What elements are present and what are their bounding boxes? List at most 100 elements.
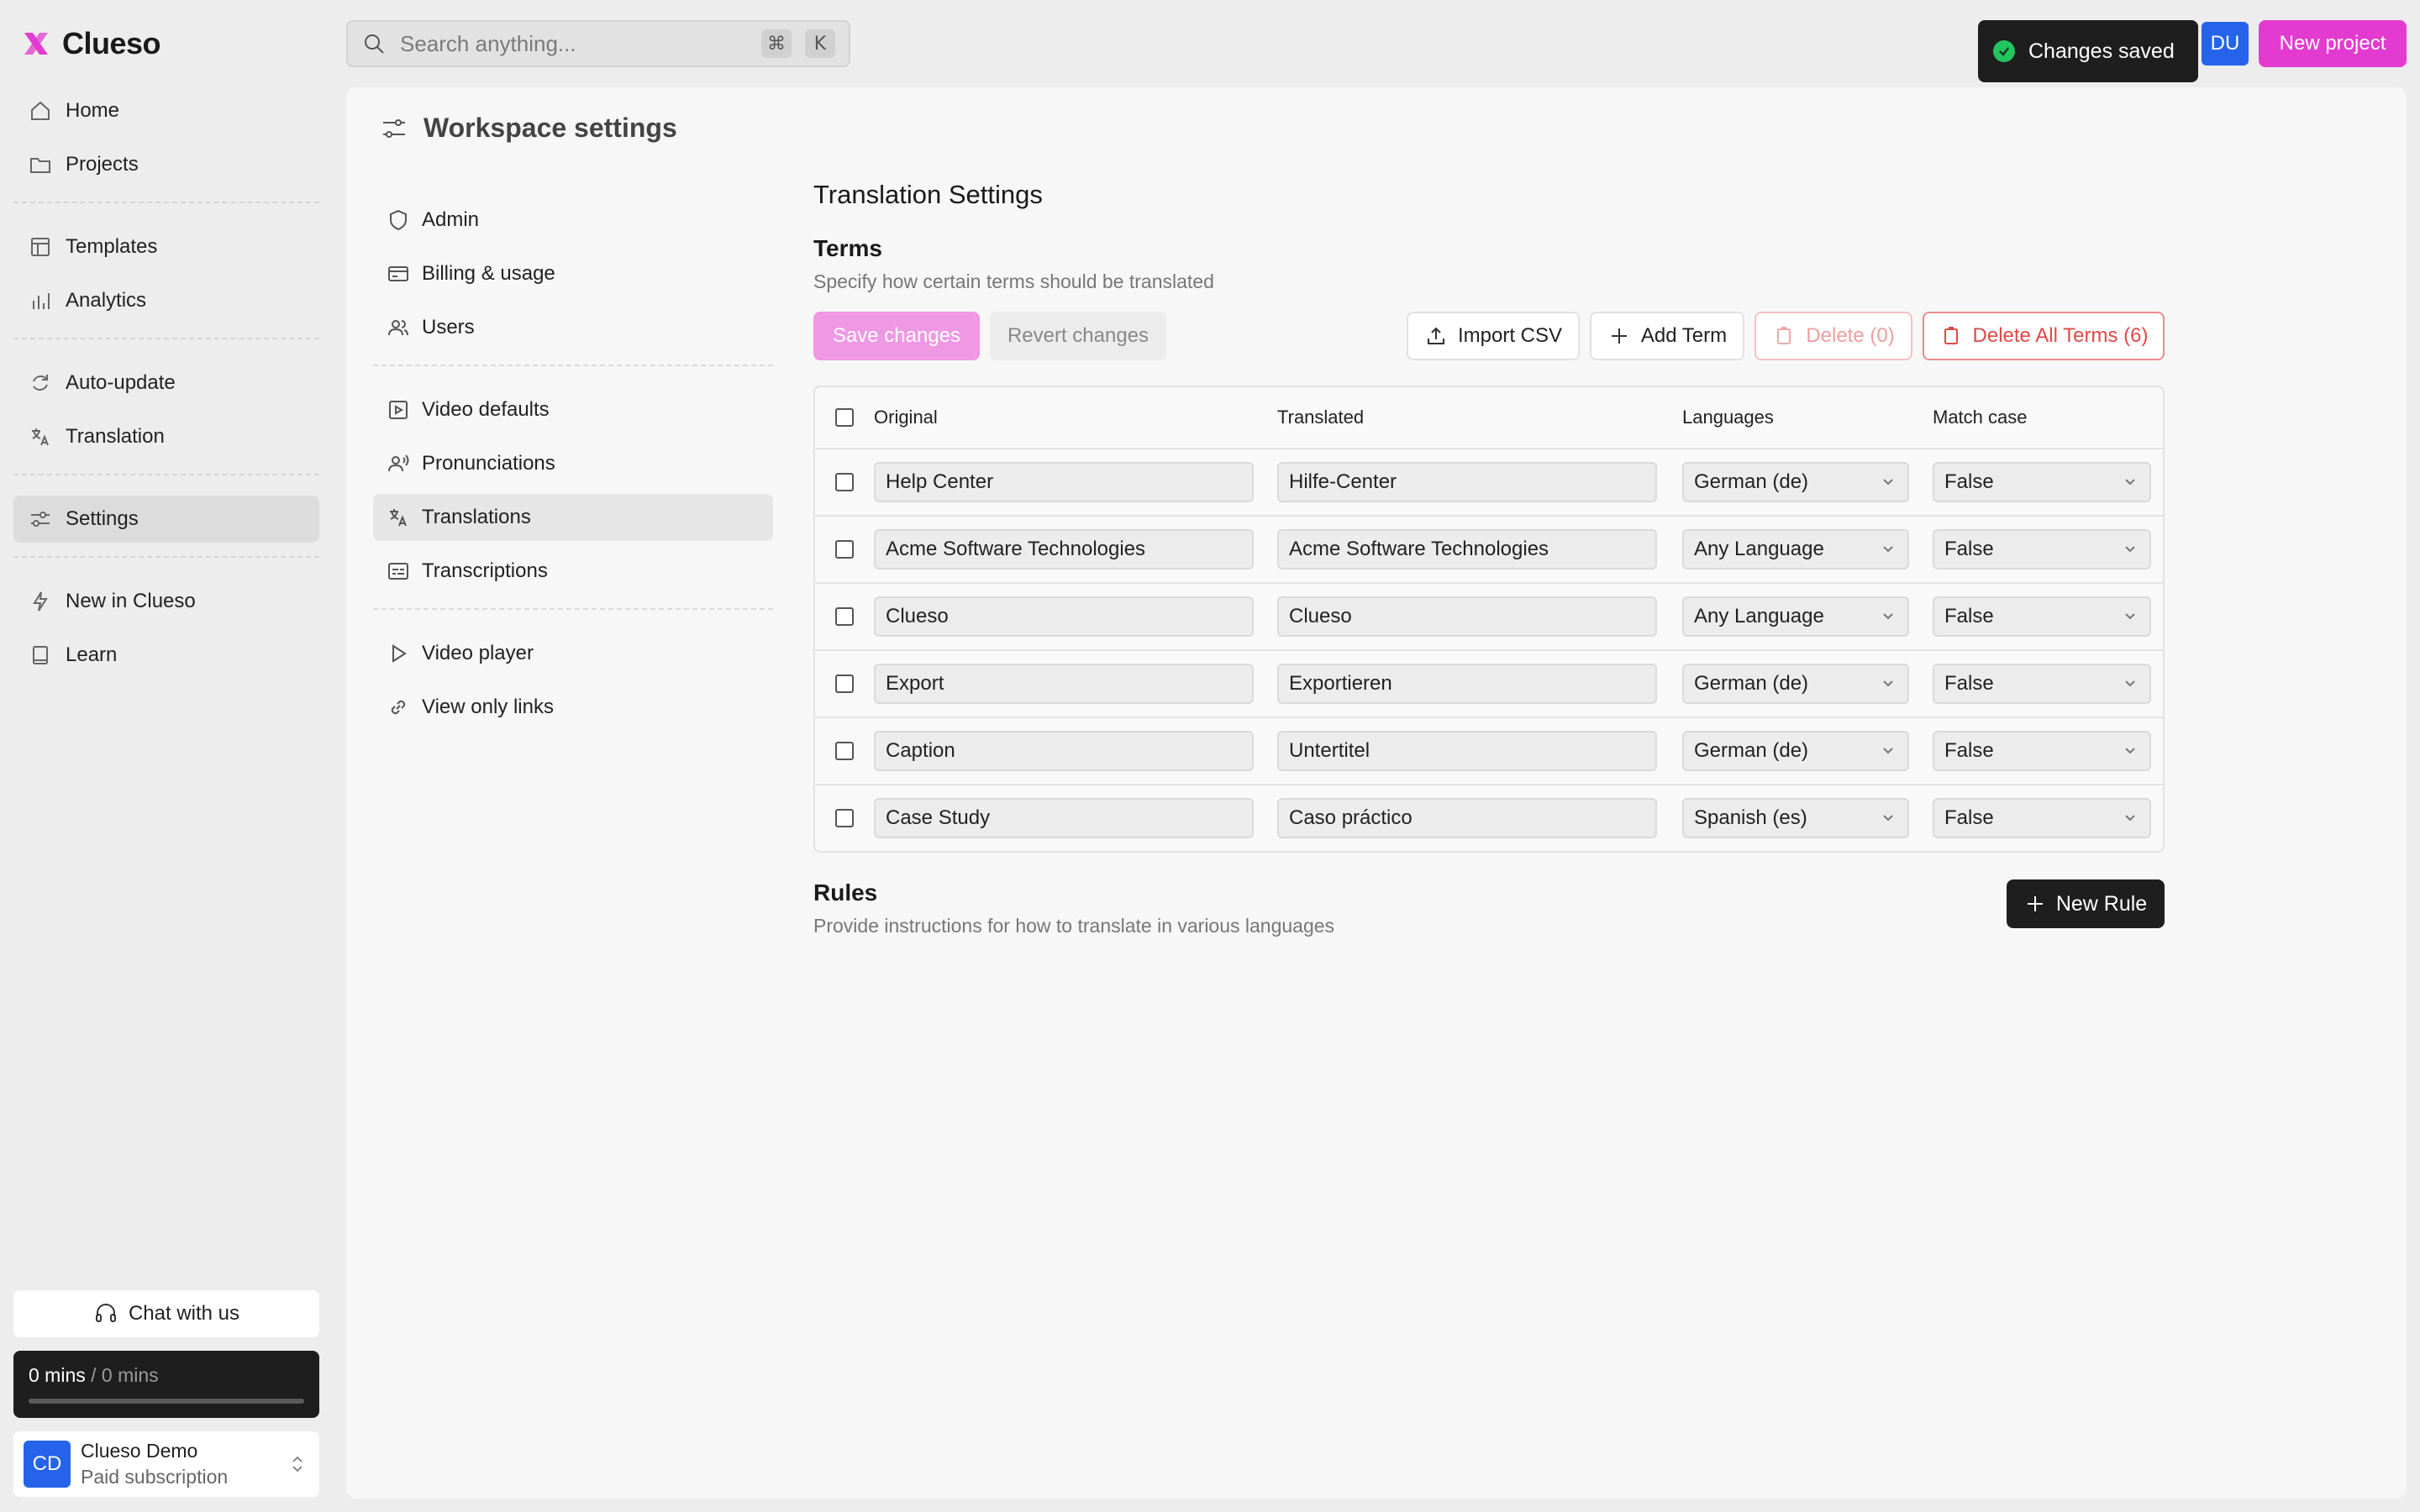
chevron-down-icon <box>1883 479 1893 486</box>
settings-item-billing-and-usage[interactable]: Billing & usage <box>373 250 773 297</box>
logo[interactable]: Clueso <box>22 26 161 60</box>
save-changes-button[interactable]: Save changes <box>813 312 980 360</box>
sidebar-item-new-in-clueso[interactable]: New in Clueso <box>13 578 319 625</box>
chevron-updown-icon <box>292 1456 302 1473</box>
upload-icon <box>1427 327 1444 344</box>
users-icon <box>388 320 408 336</box>
row-checkbox[interactable] <box>835 742 854 760</box>
header-checkbox-cell <box>815 408 874 427</box>
row-checkbox-cell <box>815 742 874 760</box>
delete-all-terms-button[interactable]: Delete All Terms (6) <box>1923 312 2165 360</box>
settings-item-pronunciations[interactable]: Pronunciations <box>373 440 773 487</box>
terms-title: Terms <box>813 235 882 261</box>
translated-input[interactable]: Exportieren <box>1277 664 1657 704</box>
row-checkbox[interactable] <box>835 473 854 491</box>
original-cell: Case Study <box>874 798 1277 838</box>
match-case-select[interactable]: False <box>1933 596 2151 637</box>
language-value: German (de) <box>1694 470 1809 493</box>
language-value: German (de) <box>1694 672 1809 695</box>
original-input[interactable]: Help Center <box>874 462 1254 502</box>
new-project-button[interactable]: New project <box>2259 20 2407 67</box>
chevron-down-icon <box>2125 613 2135 620</box>
match-case-select[interactable]: False <box>1933 664 2151 704</box>
settings-item-label: Users <box>422 316 475 339</box>
settings-item-transcriptions[interactable]: Transcriptions <box>373 548 773 595</box>
app-name: Clueso <box>62 26 161 60</box>
original-input[interactable]: Case Study <box>874 798 1254 838</box>
language-select[interactable]: Any Language <box>1682 529 1909 570</box>
settings-item-label: Translations <box>422 506 531 528</box>
sidebar-item-projects[interactable]: Projects <box>13 141 319 188</box>
account-avatar: CD <box>24 1441 71 1488</box>
language-select[interactable]: Any Language <box>1682 596 1909 637</box>
toast-notification: Changes saved <box>1978 20 2198 82</box>
language-select[interactable]: German (de) <box>1682 731 1909 771</box>
user-avatar[interactable]: DU <box>2202 22 2249 66</box>
sidebar-item-templates[interactable]: Templates <box>13 223 319 270</box>
select-all-checkbox[interactable] <box>835 408 854 427</box>
translated-input[interactable]: Clueso <box>1277 596 1657 637</box>
match-case-select[interactable]: False <box>1933 731 2151 771</box>
row-checkbox[interactable] <box>835 540 854 559</box>
translated-input[interactable]: Hilfe-Center <box>1277 462 1657 502</box>
add-term-label: Add Term <box>1640 324 1728 347</box>
nav-divider <box>13 556 319 558</box>
usage-text: 0 mins / 0 mins <box>29 1364 304 1387</box>
search-input[interactable] <box>400 30 748 57</box>
import-csv-button[interactable]: Import CSV <box>1407 312 1580 360</box>
row-checkbox[interactable] <box>835 809 854 827</box>
translated-input[interactable]: Acme Software Technologies <box>1277 529 1657 570</box>
translated-input[interactable]: Caso práctico <box>1277 798 1657 838</box>
settings-item-view-only-links[interactable]: View only links <box>373 684 773 731</box>
chat-button[interactable]: Chat with us <box>13 1290 319 1337</box>
language-select[interactable]: Spanish (es) <box>1682 798 1909 838</box>
shield-icon <box>390 209 407 231</box>
usage-used: 0 mins <box>29 1364 86 1386</box>
match-case-select[interactable]: False <box>1933 529 2151 570</box>
sidebar-item-learn[interactable]: Learn <box>13 632 319 679</box>
language-select[interactable]: German (de) <box>1682 462 1909 502</box>
settings-nav: Admin Billing & usage Users Video defaults P… <box>373 197 773 738</box>
column-header-languages: Languages <box>1682 407 1774 428</box>
settings-item-admin[interactable]: Admin <box>373 197 773 244</box>
translation-settings: Translation Settings Terms Specify how c… <box>813 180 2165 937</box>
main-panel: Workspace settings Admin Billing & usage U… <box>346 87 2407 1499</box>
terms-description: Specify how certain terms should be tran… <box>813 270 1214 292</box>
sidebar-item-translation[interactable]: Translation <box>13 413 319 460</box>
revert-changes-button[interactable]: Revert changes <box>990 312 1166 360</box>
account-switcher[interactable]: CD Clueso Demo Paid subscription <box>13 1431 319 1497</box>
settings-item-label: Transcriptions <box>422 559 548 582</box>
delete-selected-button[interactable]: Delete (0) <box>1754 312 1912 360</box>
language-select[interactable]: German (de) <box>1682 664 1909 704</box>
chevron-down-icon <box>2125 748 2135 754</box>
settings-item-translations[interactable]: Translations <box>373 494 773 541</box>
sidebar-item-settings[interactable]: Settings <box>13 496 319 543</box>
chevron-down-icon <box>1883 680 1893 687</box>
match-case-cell: False <box>1933 596 2153 637</box>
row-checkbox[interactable] <box>835 675 854 693</box>
match-case-select[interactable]: False <box>1933 462 2151 502</box>
search-bar[interactable]: ⌘ K <box>346 20 850 67</box>
add-term-button[interactable]: Add Term <box>1590 312 1744 360</box>
original-input[interactable]: Clueso <box>874 596 1254 637</box>
original-input[interactable]: Caption <box>874 731 1254 771</box>
match-case-select[interactable]: False <box>1933 798 2151 838</box>
sidebar-item-analytics[interactable]: Analytics <box>13 277 319 324</box>
settings-item-users[interactable]: Users <box>373 304 773 351</box>
new-rule-button[interactable]: New Rule <box>2007 879 2165 928</box>
main-nav: Home Projects Templates Analytics Auto-updat… <box>13 87 319 685</box>
sidebar-item-auto-update[interactable]: Auto-update <box>13 360 319 407</box>
plus-icon <box>1611 328 1627 344</box>
delete-all-terms-label: Delete All Terms (6) <box>1972 324 2149 347</box>
original-input[interactable]: Export <box>874 664 1254 704</box>
original-input[interactable]: Acme Software Technologies <box>874 529 1254 570</box>
table-row: Case Study Caso práctico Spanish (es) False <box>815 784 2163 851</box>
match-case-value: False <box>1944 672 1994 695</box>
translated-input[interactable]: Untertitel <box>1277 731 1657 771</box>
original-cell: Help Center <box>874 462 1277 502</box>
table-row: Help Center Hilfe-Center German (de) False <box>815 448 2163 515</box>
settings-item-video-defaults[interactable]: Video defaults <box>373 386 773 433</box>
sidebar-item-home[interactable]: Home <box>13 87 319 134</box>
settings-item-video-player[interactable]: Video player <box>373 630 773 677</box>
row-checkbox[interactable] <box>835 607 854 626</box>
